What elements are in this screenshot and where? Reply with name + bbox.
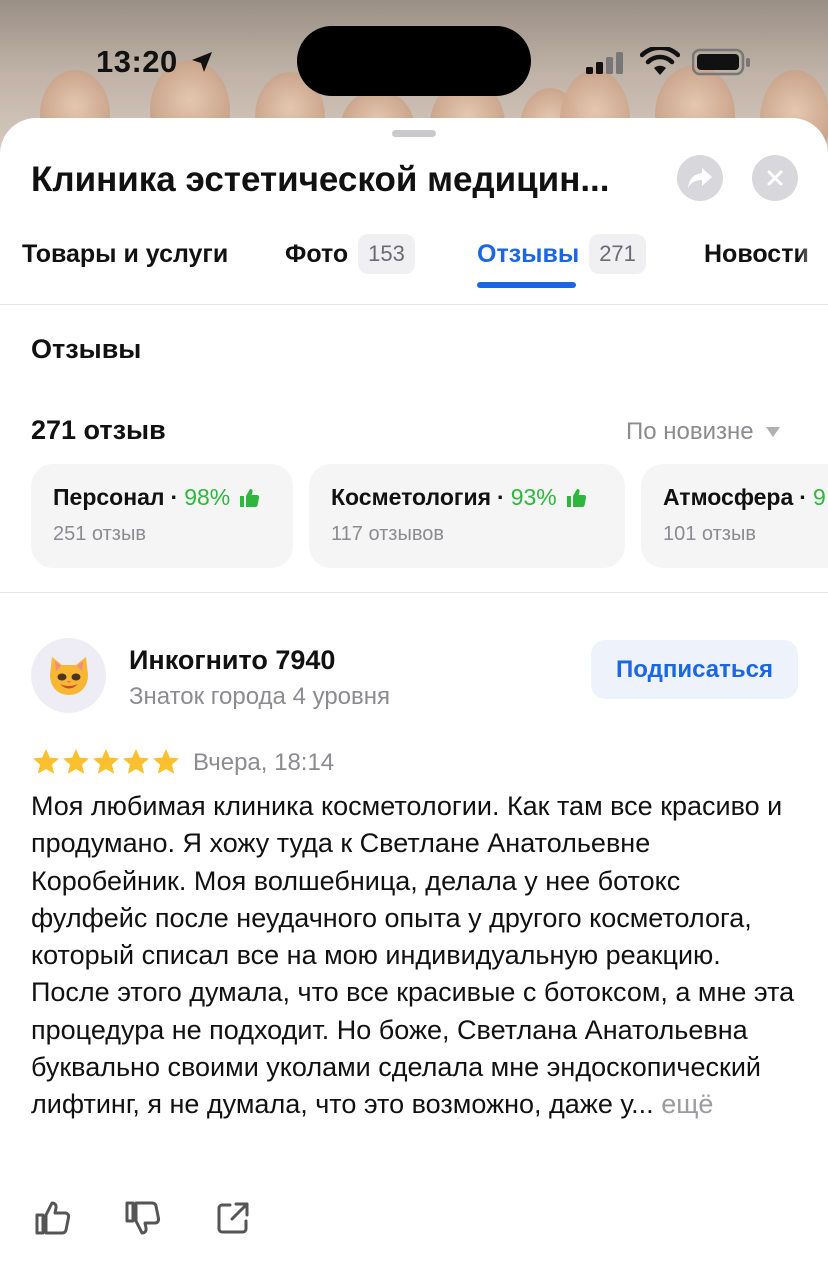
sort-dropdown[interactable]: По новизне xyxy=(626,418,780,446)
rating-stars xyxy=(31,747,181,777)
aspect-name-row: Косметология · 93% xyxy=(331,484,603,511)
separator-dot: · xyxy=(497,484,505,510)
tab-news[interactable]: Новости xyxy=(704,230,809,278)
status-bar: 13:20 xyxy=(0,0,828,120)
dislike-button[interactable] xyxy=(121,1196,165,1240)
sort-label: По новизне xyxy=(626,418,754,445)
separator-dot: · xyxy=(170,484,179,510)
sheet-grabber[interactable] xyxy=(392,130,436,137)
tab-count: 271 xyxy=(589,234,646,274)
signal-icon xyxy=(586,52,623,74)
wifi-icon xyxy=(640,47,680,75)
star-icon xyxy=(123,749,149,774)
section-title: Отзывы xyxy=(31,334,142,364)
aspect-count: 101 отзыв xyxy=(663,523,756,545)
active-tab-indicator xyxy=(477,282,576,288)
dislike-icon xyxy=(125,1201,161,1235)
sort-caret-icon xyxy=(765,427,780,437)
close-button[interactable] xyxy=(752,155,798,201)
aspects-carousel: Персонал · 98% 251 отзыв Косметология · … xyxy=(0,464,828,570)
location-arrow-icon xyxy=(192,52,212,72)
divider xyxy=(0,592,828,593)
aspect-count: 251 отзыв xyxy=(53,523,146,545)
review-date: Вчера, 18:14 xyxy=(193,749,335,776)
place-title: Клиника эстетической медицин... xyxy=(31,160,610,199)
share-icon xyxy=(688,168,712,188)
tabs-fade-left xyxy=(0,230,22,290)
aspect-percent: 9 xyxy=(812,484,826,510)
battery-icon xyxy=(692,48,750,76)
dynamic-island xyxy=(297,26,531,96)
tab-label: Отзывы xyxy=(477,239,580,268)
tab-label: Фото xyxy=(285,239,349,268)
tab-reviews[interactable]: Отзывы 271 xyxy=(477,230,646,278)
thumbs-up-icon xyxy=(240,488,260,507)
aspect-count: 117 отзывов xyxy=(331,523,444,545)
aspect-name: Атмосфера xyxy=(663,484,794,510)
avatar[interactable] xyxy=(31,638,106,713)
tab-photo[interactable]: Фото 153 xyxy=(285,230,415,278)
tab-label: Новости xyxy=(704,239,809,268)
aspect-chip-staff[interactable]: Персонал · 98% 251 отзыв xyxy=(31,464,293,568)
review-body: Моя любимая клиника косметологии. Как та… xyxy=(31,791,795,1120)
star-icon xyxy=(153,749,179,774)
tabs-fade-right xyxy=(798,230,828,290)
place-card-sheet: Клиника эстетической медицин... Товары и… xyxy=(0,118,828,1280)
close-icon xyxy=(767,170,783,186)
subscribe-button[interactable]: Подписаться xyxy=(591,640,798,699)
thumbs-up-icon xyxy=(566,488,586,507)
aspect-chip-cosmetology[interactable]: Косметология · 93% 117 отзывов xyxy=(309,464,625,568)
aspect-name: Персонал xyxy=(53,484,165,510)
star-icon xyxy=(63,749,89,774)
aspect-name-row: Атмосфера · 9 xyxy=(663,484,828,511)
cat-avatar-icon xyxy=(49,656,88,695)
star-icon xyxy=(33,749,59,774)
aspect-percent: 93% xyxy=(510,484,557,510)
separator-dot: · xyxy=(799,484,807,510)
tab-count: 153 xyxy=(358,234,415,274)
like-icon xyxy=(35,1201,71,1235)
reviews-count: 271 отзыв xyxy=(31,415,166,445)
tab-services[interactable]: Товары и услуги xyxy=(22,230,228,278)
aspect-percent: 98% xyxy=(184,484,231,510)
like-button[interactable] xyxy=(31,1196,75,1240)
divider xyxy=(0,304,828,305)
author-name[interactable]: Инкогнито 7940 xyxy=(129,645,335,676)
author-level: Знаток города 4 уровня xyxy=(129,683,391,710)
share-button[interactable] xyxy=(677,155,723,201)
review-actions xyxy=(31,1196,301,1240)
review-text: Моя любимая клиника косметологии. Как та… xyxy=(31,788,801,1124)
tab-bar: Товары и услуги Фото 153 Отзывы 271 Ново… xyxy=(0,230,828,302)
share-review-button[interactable] xyxy=(211,1196,255,1240)
share-external-icon xyxy=(217,1202,249,1234)
aspect-chip-atmosphere[interactable]: Атмосфера · 9 101 отзыв xyxy=(641,464,828,568)
tab-label: Товары и услуги xyxy=(22,239,229,268)
read-more-link[interactable]: ещё xyxy=(661,1089,713,1119)
status-time: 13:20 xyxy=(96,44,178,79)
aspect-name-row: Персонал · 98% xyxy=(53,484,271,511)
star-icon xyxy=(93,749,119,774)
aspect-name: Косметология xyxy=(331,484,492,510)
